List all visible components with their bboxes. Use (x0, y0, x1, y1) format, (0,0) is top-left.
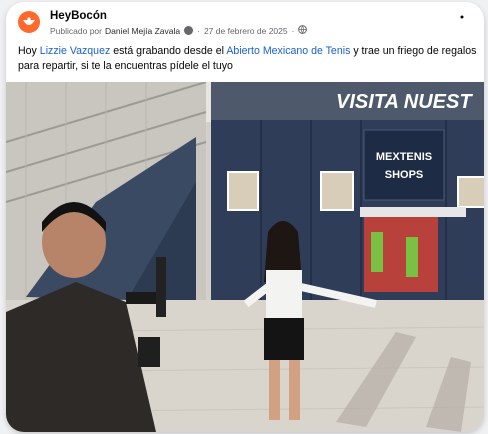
published-by-label: Publicado por (50, 25, 102, 36)
help-circle-icon[interactable] (184, 26, 194, 35)
heybocon-logo-icon[interactable] (18, 11, 40, 33)
mention-abierto-mexicano[interactable]: Abierto Mexicano de Tenis (226, 45, 350, 57)
more-options-icon[interactable] (454, 10, 470, 26)
mention-lizzie-vazquez[interactable]: Lizzie Vazquez (40, 45, 110, 57)
post-card: HeyBocón Publicado por Daniel Mejía Zava… (6, 2, 484, 432)
meta-separator: · (197, 25, 200, 36)
post-text-part: está grabando desde el (110, 45, 227, 57)
post-photo[interactable]: VISITA NUEST MEXTENIS SHOPS (6, 82, 484, 432)
post-text: Hoy Lizzie Vazquez está grabando desde e… (18, 44, 478, 74)
post-meta: Publicado por Daniel Mejía Zavala · 27 d… (50, 25, 308, 36)
post-text-part: Hoy (18, 45, 40, 57)
post-header: HeyBocón Publicado por Daniel Mejía Zava… (6, 2, 484, 40)
store-sign-text: SHOPS (385, 169, 424, 181)
author-name[interactable]: Daniel Mejía Zavala (105, 26, 180, 36)
banner-text: VISITA NUEST (336, 91, 473, 113)
globe-icon[interactable] (298, 25, 308, 36)
meta-separator: · (291, 25, 295, 36)
post-date[interactable]: 27 de febrero de 2025 (204, 26, 288, 36)
store-logo-text: MEXTENIS (376, 151, 432, 163)
photo-scene: VISITA NUEST MEXTENIS SHOPS (6, 82, 484, 432)
page-name[interactable]: HeyBocón (50, 10, 107, 22)
